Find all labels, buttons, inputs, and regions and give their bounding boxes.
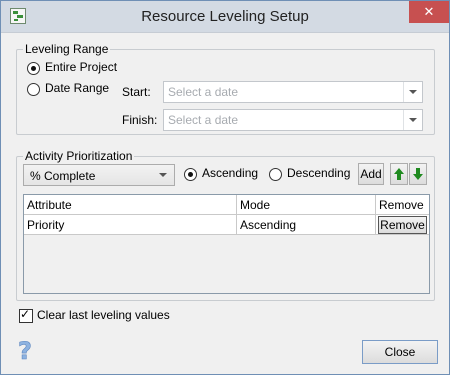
date-range-radio[interactable] <box>27 83 40 96</box>
activity-prioritization-group: Activity Prioritization % Complete Ascen… <box>16 149 435 301</box>
window-close-button[interactable]: ✕ <box>409 1 449 23</box>
chevron-down-icon[interactable] <box>403 82 422 102</box>
start-date-picker[interactable]: Select a date <box>163 81 423 103</box>
finish-date-placeholder: Select a date <box>168 113 239 127</box>
date-range-label: Date Range <box>45 81 110 95</box>
grid-cell-mode[interactable]: Ascending <box>237 215 376 235</box>
start-label: Start: <box>122 85 151 99</box>
leveling-range-label: Leveling Range <box>23 42 111 56</box>
leveling-range-group: Leveling Range Entire Project Date Range… <box>16 42 435 135</box>
entire-project-radio[interactable] <box>27 62 40 75</box>
title-bar: Resource Leveling Setup ✕ <box>1 1 449 33</box>
grid-cell-remove: Remove <box>376 215 429 235</box>
finish-date-picker[interactable]: Select a date <box>163 109 423 131</box>
move-up-button[interactable] <box>390 163 408 185</box>
ascending-label: Ascending <box>202 166 259 180</box>
remove-row-button[interactable]: Remove <box>378 216 427 234</box>
ascending-radio[interactable] <box>184 168 197 181</box>
descending-label: Descending <box>287 166 351 180</box>
descending-radio[interactable] <box>269 168 282 181</box>
move-down-button[interactable] <box>409 163 427 185</box>
grid-header-remove[interactable]: Remove <box>376 195 429 215</box>
chevron-down-icon <box>154 165 168 185</box>
grid-header-mode[interactable]: Mode <box>237 195 376 215</box>
entire-project-label: Entire Project <box>45 60 118 74</box>
add-button[interactable]: Add <box>358 163 384 185</box>
arrow-down-icon <box>413 168 423 180</box>
finish-label: Finish: <box>122 113 158 127</box>
clear-last-values-checkbox[interactable]: ✓ <box>19 307 33 323</box>
attribute-combo-value: % Complete <box>30 169 96 183</box>
close-icon: ✕ <box>423 4 435 19</box>
svg-text:?: ? <box>18 339 32 363</box>
attribute-combo[interactable]: % Complete <box>23 164 175 186</box>
activity-prioritization-label: Activity Prioritization <box>23 149 135 163</box>
grid-cell-attribute[interactable]: Priority <box>24 215 237 235</box>
clear-last-values-label: Clear last leveling values <box>37 308 170 322</box>
window-title: Resource Leveling Setup <box>141 8 309 25</box>
start-date-placeholder: Select a date <box>168 85 239 99</box>
close-button[interactable]: Close <box>362 340 438 364</box>
help-icon[interactable]: ? <box>15 339 35 363</box>
checkmark-icon: ✓ <box>20 307 31 321</box>
grid-header-attribute[interactable]: Attribute <box>24 195 237 215</box>
priority-grid: Attribute Mode Remove Priority Ascending… <box>23 194 430 294</box>
resource-leveling-dialog: Resource Leveling Setup ✕ Leveling Range… <box>0 0 450 375</box>
arrow-up-icon <box>394 168 404 180</box>
chevron-down-icon[interactable] <box>403 110 422 130</box>
